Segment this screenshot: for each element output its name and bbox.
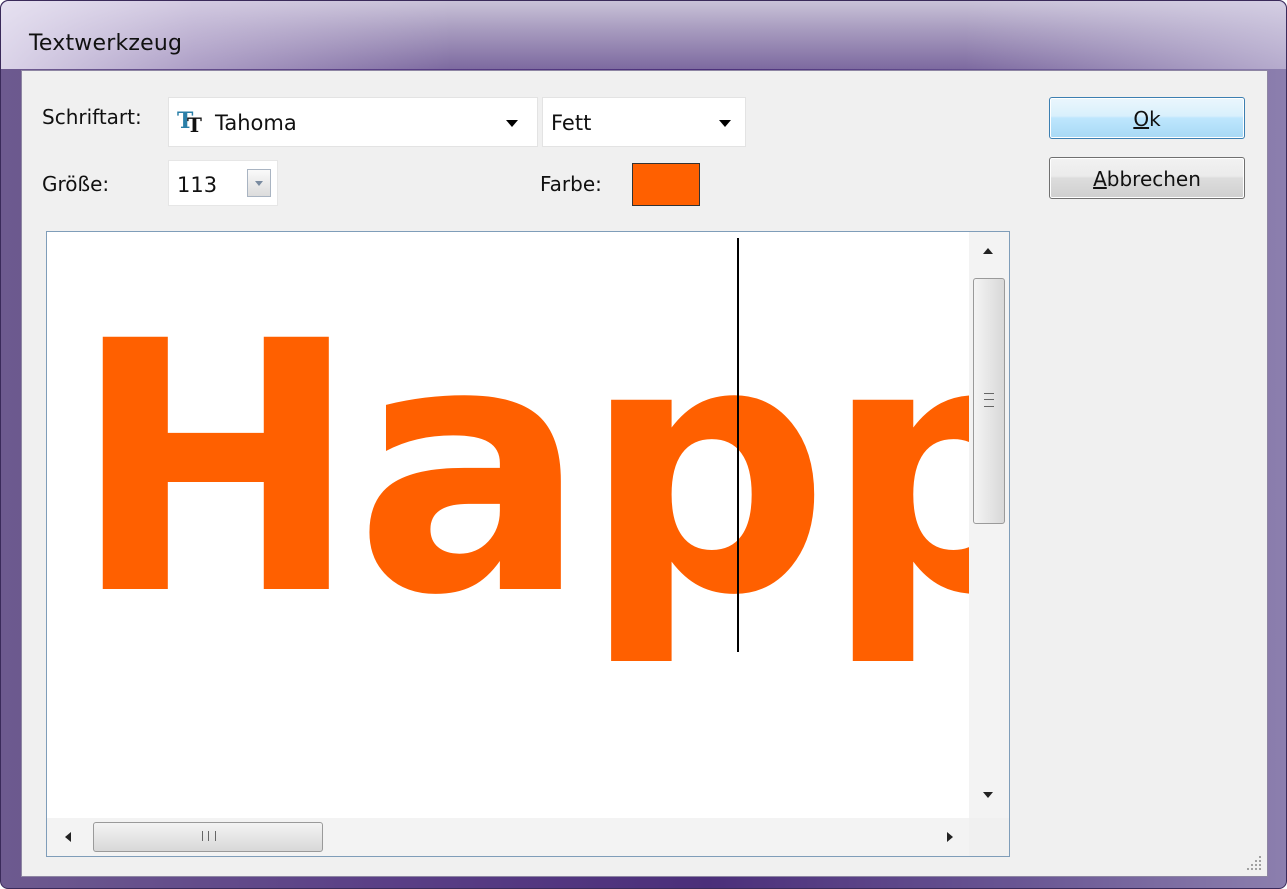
vertical-scroll-thumb[interactable] xyxy=(973,278,1005,524)
ok-access-key: O xyxy=(1133,107,1150,131)
font-family-combo[interactable]: T T Tahoma xyxy=(168,97,538,147)
window-title: Textwerkzeug xyxy=(29,31,183,56)
scroll-right-icon[interactable] xyxy=(947,832,953,842)
preview-text: Happy xyxy=(71,268,969,671)
truetype-font-icon: T T xyxy=(177,108,202,134)
scroll-left-icon[interactable] xyxy=(65,832,71,842)
cancel-access-key: A xyxy=(1093,167,1107,191)
resize-grip-icon[interactable] xyxy=(1247,856,1261,870)
dialog-window: Textwerkzeug Schriftart: T T Tahoma Fett… xyxy=(0,0,1287,889)
font-family-value: Tahoma xyxy=(215,111,297,135)
cancel-label: bbrechen xyxy=(1106,167,1201,191)
dialog-client-area: Schriftart: T T Tahoma Fett Größe: 113 F… xyxy=(21,70,1268,877)
svg-text:T: T xyxy=(187,113,202,134)
size-combo[interactable]: 113 xyxy=(168,160,278,206)
grip-icon xyxy=(984,393,994,407)
chevron-down-icon[interactable] xyxy=(506,120,518,127)
scrollbar-corner xyxy=(969,818,1009,856)
font-style-value: Fett xyxy=(551,111,592,135)
scroll-down-icon[interactable] xyxy=(983,792,993,798)
size-label: Größe: xyxy=(42,172,110,196)
font-style-combo[interactable]: Fett xyxy=(542,97,746,147)
horizontal-scroll-thumb[interactable] xyxy=(93,822,323,852)
vertical-scrollbar[interactable] xyxy=(969,232,1009,818)
scroll-up-icon[interactable] xyxy=(983,248,993,254)
color-label: Farbe: xyxy=(540,172,602,196)
size-value: 113 xyxy=(177,173,218,197)
ok-button[interactable]: Ok xyxy=(1049,97,1245,139)
horizontal-scrollbar[interactable] xyxy=(47,818,969,856)
text-preview[interactable]: Happy xyxy=(46,231,1010,857)
chevron-down-icon[interactable] xyxy=(719,120,731,127)
title-bar[interactable]: Textwerkzeug xyxy=(1,1,1286,69)
cancel-button[interactable]: Abbrechen xyxy=(1049,157,1245,199)
font-label: Schriftart: xyxy=(42,105,142,129)
ok-label: k xyxy=(1149,107,1161,131)
size-dropdown-button[interactable] xyxy=(247,169,271,197)
grip-icon xyxy=(202,831,216,841)
preview-canvas[interactable]: Happy xyxy=(47,232,969,818)
color-swatch[interactable] xyxy=(632,163,700,206)
chevron-down-icon xyxy=(255,181,263,186)
text-caret xyxy=(737,238,739,652)
